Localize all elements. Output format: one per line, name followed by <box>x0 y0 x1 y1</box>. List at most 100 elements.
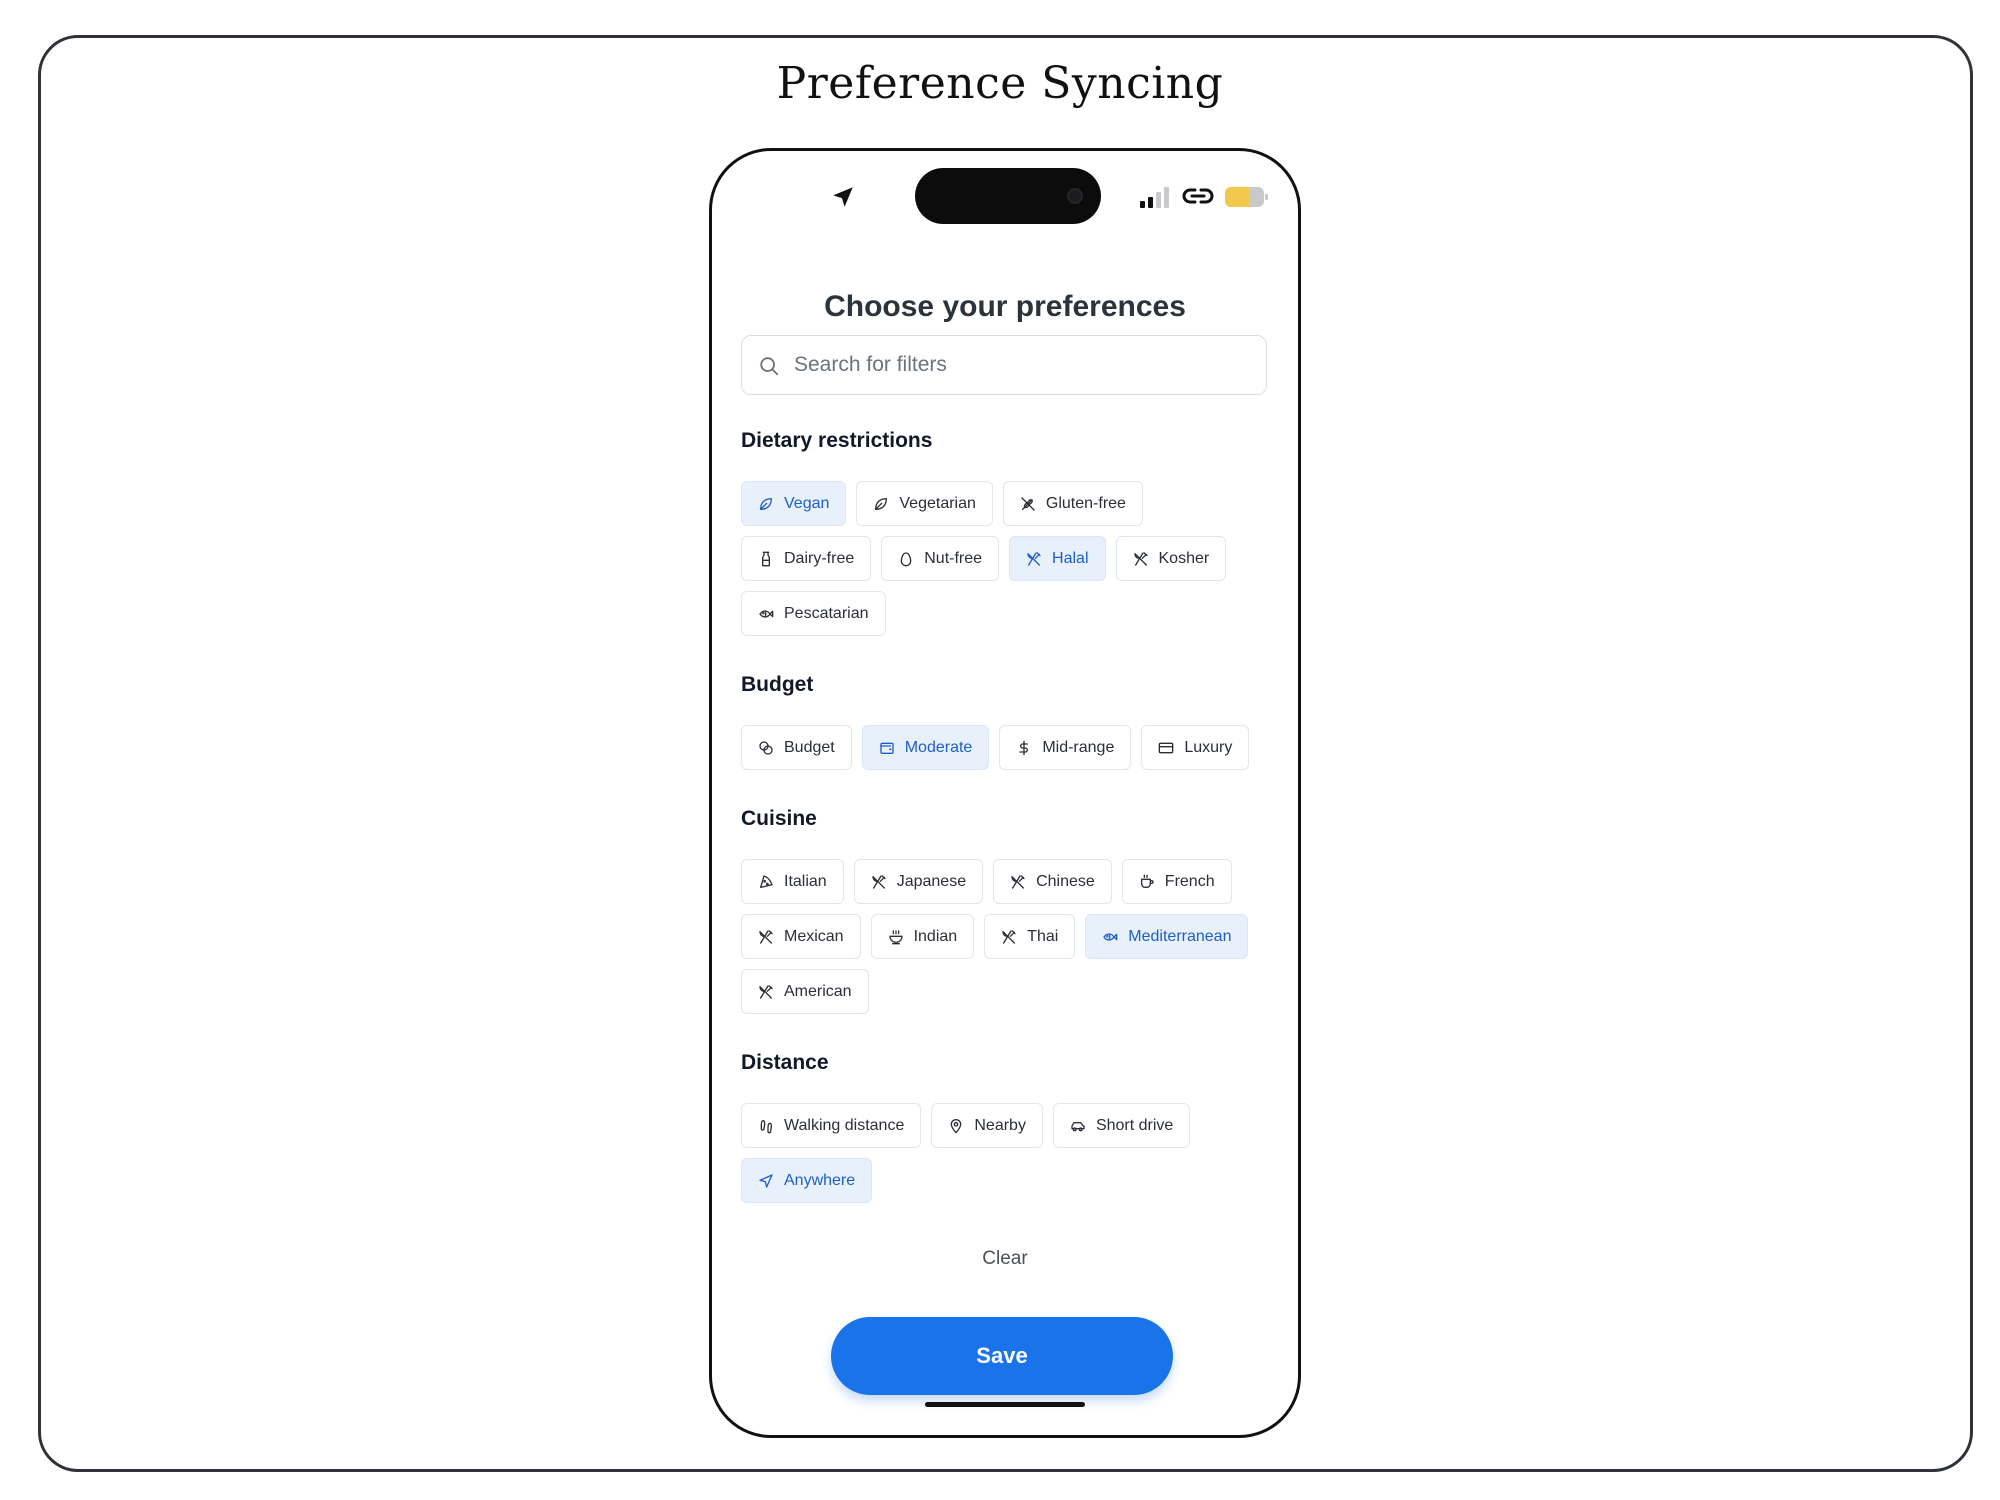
phone-mockup: Choose your preferences Dietary restrict… <box>709 148 1301 1438</box>
chip-pescatarian[interactable]: Pescatarian <box>741 591 886 636</box>
chip-label: Short drive <box>1095 1116 1174 1134</box>
chip-italian[interactable]: Italian <box>741 859 844 904</box>
chip-moderate[interactable]: Moderate <box>861 725 990 770</box>
chip-label: Mid-range <box>1042 738 1115 756</box>
pizza-icon <box>760 874 773 888</box>
search-input[interactable] <box>742 336 1266 394</box>
chip-american[interactable]: American <box>741 969 869 1014</box>
utensils-crossed-icon <box>1133 551 1148 566</box>
chip-label: Japanese <box>896 872 967 890</box>
section-title: Dietary restrictions <box>741 429 933 452</box>
chip-short-drive[interactable]: Short drive <box>1052 1103 1191 1148</box>
chip-label: Budget <box>784 738 835 756</box>
chip-luxury[interactable]: Luxury <box>1141 725 1250 770</box>
section-budget: Budget Budget Moderate Mid-range Luxury <box>741 671 1269 770</box>
section-title: Distance <box>741 1051 829 1074</box>
screen-heading: Choose your preferences <box>824 290 1186 323</box>
chip-budget[interactable]: Budget <box>741 725 852 770</box>
fish-icon <box>759 609 774 618</box>
section-distance: Distance Walking distance Nearby Short driv… <box>741 1049 1269 1203</box>
cuisine-chip-group: Italian Japanese Chinese French Mexican India… <box>741 859 1269 1014</box>
chip-label: Walking distance <box>784 1116 905 1134</box>
egg-icon <box>900 551 912 566</box>
chip-kosher[interactable]: Kosher <box>1115 536 1227 581</box>
chip-label: Kosher <box>1158 549 1210 567</box>
chip-label: Moderate <box>904 738 973 756</box>
chip-vegan[interactable]: Vegan <box>741 481 847 526</box>
chip-label: Anywhere <box>784 1171 856 1189</box>
leaf-icon <box>760 497 772 510</box>
clear-button[interactable]: Clear <box>972 1245 1037 1273</box>
chip-thai[interactable]: Thai <box>984 914 1076 959</box>
chip-gluten-free[interactable]: Gluten-free <box>1002 481 1143 526</box>
chip-label: French <box>1164 872 1215 890</box>
leaf-icon <box>875 497 888 510</box>
chip-chinese[interactable]: Chinese <box>993 859 1112 904</box>
section-title: Budget <box>741 673 814 696</box>
footprints-icon <box>760 1119 772 1133</box>
chip-label: Indian <box>913 927 958 945</box>
utensils-crossed-icon <box>1027 551 1041 566</box>
search-box <box>741 335 1267 395</box>
status-bar <box>712 151 1298 231</box>
chip-label: Mediterranean <box>1128 927 1232 945</box>
navigation-icon <box>759 1173 773 1188</box>
chip-label: Nearby <box>974 1116 1026 1134</box>
distance-chip-group: Walking distance Nearby Short drive Anywher… <box>741 1103 1269 1203</box>
dietary-chip-group: Vegan Vegetarian Gluten-free Dairy-free Nut-… <box>741 481 1269 636</box>
chip-label: Halal <box>1052 549 1089 567</box>
map-pin-icon <box>951 1118 962 1133</box>
chip-dairy-free[interactable]: Dairy-free <box>741 536 872 581</box>
link-icon <box>1182 188 1214 204</box>
section-dietary: Dietary restrictions Vegan Vegetarian Glute… <box>741 427 1269 636</box>
utensils-crossed-icon <box>759 984 773 999</box>
fish-icon <box>1103 932 1118 941</box>
dollar-icon <box>1019 740 1029 755</box>
chip-label: Nut-free <box>924 549 983 567</box>
chip-label: American <box>784 982 852 1000</box>
coffee-icon <box>1140 874 1154 888</box>
location-arrow-icon <box>833 187 853 207</box>
wallet-icon <box>880 742 894 754</box>
dynamic-island <box>915 168 1101 224</box>
chip-nut-free[interactable]: Nut-free <box>881 536 1000 581</box>
signal-icon <box>1140 187 1169 208</box>
milk-icon <box>762 551 770 566</box>
soup-icon <box>888 929 903 944</box>
utensils-crossed-icon <box>759 929 773 944</box>
chip-mexican[interactable]: Mexican <box>741 914 861 959</box>
wheat-off-icon <box>1021 496 1035 511</box>
chip-japanese[interactable]: Japanese <box>853 859 984 904</box>
camera-icon <box>1067 188 1083 204</box>
chip-halal[interactable]: Halal <box>1009 536 1106 581</box>
budget-chip-group: Budget Moderate Mid-range Luxury <box>741 725 1269 770</box>
chip-label: Chinese <box>1036 872 1095 890</box>
chip-label: Gluten-free <box>1045 494 1126 512</box>
chip-nearby[interactable]: Nearby <box>931 1103 1043 1148</box>
section-cuisine: Cuisine Italian Japanese Chinese French Mexic… <box>741 805 1269 1014</box>
chip-french[interactable]: French <box>1121 859 1232 904</box>
chip-label: Pescatarian <box>784 604 869 622</box>
save-button[interactable]: Save <box>831 1317 1173 1395</box>
chip-label: Luxury <box>1184 738 1233 756</box>
chip-label: Italian <box>784 872 827 890</box>
coins-icon <box>759 740 773 755</box>
chip-anywhere[interactable]: Anywhere <box>741 1158 873 1203</box>
utensils-crossed-icon <box>872 874 886 889</box>
chip-label: Mexican <box>784 927 844 945</box>
chip-indian[interactable]: Indian <box>870 914 975 959</box>
chip-label: Vegan <box>784 494 830 512</box>
credit-card-icon <box>1159 742 1174 753</box>
section-title: Cuisine <box>741 807 817 830</box>
search-icon <box>760 357 779 376</box>
chip-label: Vegetarian <box>899 494 976 512</box>
chip-mediterranean[interactable]: Mediterranean <box>1085 914 1249 959</box>
battery-icon <box>1225 187 1268 207</box>
utensils-crossed-icon <box>1002 929 1016 944</box>
chip-label: Thai <box>1027 927 1059 945</box>
utensils-crossed-icon <box>1011 874 1025 889</box>
chip-mid-range[interactable]: Mid-range <box>999 725 1132 770</box>
chip-vegetarian[interactable]: Vegetarian <box>856 481 993 526</box>
chip-walking-distance[interactable]: Walking distance <box>741 1103 922 1148</box>
preferences-panel: Choose your preferences Dietary restrict… <box>741 287 1269 1395</box>
